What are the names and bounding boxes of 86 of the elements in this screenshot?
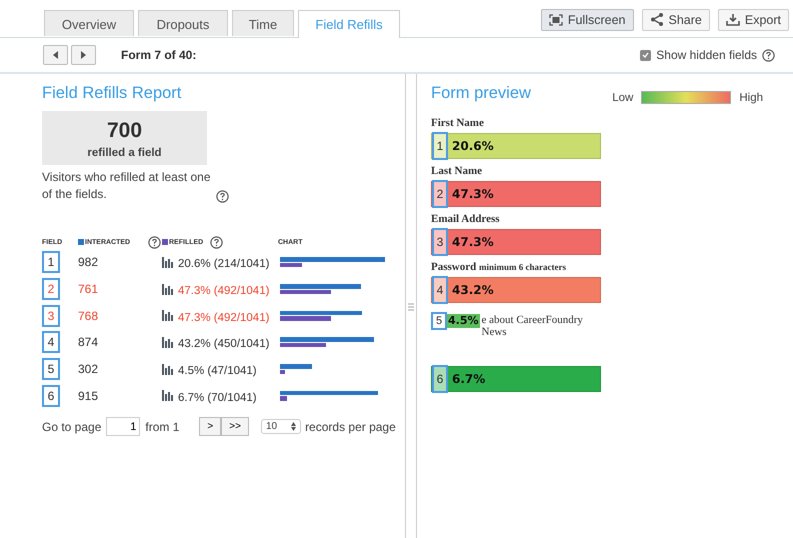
field-value: 20.6% [452,139,494,153]
table-cell: 20.6% (214/1041) [178,258,270,270]
legend-swatch [78,239,84,245]
refilled-bar [280,262,302,268]
field-number: 3 [42,304,60,327]
legend-label: Low [612,92,634,104]
description: Visitors who refilled at least one of the fields. [42,169,212,203]
share-icon [650,13,664,26]
next-page-button[interactable]: > [199,417,222,436]
field-number: 6 [42,384,60,407]
field-number: 1 [42,251,60,274]
right-triangle-icon [81,51,86,59]
interacted-bar [280,364,312,369]
field-value: 6.7% [452,372,486,386]
field-value: 47.3% [452,235,494,249]
table-cell-text: 302 [78,362,100,376]
grip-icon[interactable] [408,302,414,310]
legend-swatch [162,239,168,245]
stat-value: 700 [106,119,144,143]
table-cell: 47.3% (492/1041) [178,312,270,324]
table-cell-text: 768 [78,308,100,323]
field-label: First Name [431,117,485,129]
field-number: 5 [431,312,447,330]
field-value: 43.2% [452,283,494,297]
bar-chart-icon[interactable] [162,310,174,322]
table-cell-text: 874 [78,335,100,350]
checkbox[interactable] [640,50,652,60]
next-button[interactable] [71,45,96,65]
field-number: 2 [432,180,448,208]
bar-chart-icon[interactable] [162,336,174,348]
refilled-bar [280,370,285,374]
refilled-bar [280,316,331,321]
left-triangle-icon [53,51,58,59]
field-label: Last Name [431,165,484,177]
fullscreen-icon [548,14,563,26]
tab[interactable]: Overview [44,10,134,36]
table-cell-text: 982 [78,255,100,270]
legend-label: High [739,92,763,104]
previous-button[interactable] [43,45,68,65]
table-cell: 6.7% (70/1041) [178,392,257,404]
pager-label: Go to page [42,420,102,434]
refilled-bar [280,342,326,348]
field-label: Password minimum 6 characters [431,261,567,273]
bar-chart-icon[interactable] [162,256,174,268]
table-cell: 47.3% (492/1041) [178,285,270,298]
stat-label: refilled a field [86,147,163,159]
bar-chart-icon[interactable] [162,390,174,402]
preview-title: Form preview [431,84,531,103]
form-counter: Form 7 of 40: [121,48,196,62]
pager-label: from 1 [145,420,180,434]
help-icon[interactable] [762,48,775,62]
table-cell: 4.5% (47/1041) [178,365,257,378]
bar-chart-icon[interactable] [162,364,174,375]
table-cell-text: 915 [78,388,100,403]
field-label: Email Address [431,213,501,225]
heat-field: 4.5% [447,314,480,328]
tab[interactable]: Dropouts [138,10,228,36]
help-icon[interactable] [216,190,229,203]
field-number: 4 [432,276,448,304]
bar-chart-icon[interactable] [162,284,174,295]
field-value: 47.3% [452,187,494,201]
checkbox-label: Show hidden fields [656,48,757,62]
field-number: 2 [42,278,60,300]
share-button[interactable]: Share [642,8,710,30]
refilled-bar [280,396,288,401]
field-number: 3 [432,228,448,256]
fullscreen-button[interactable]: Fullscreen [540,8,634,30]
page-field[interactable]: 1 [106,417,140,436]
pager-label: records per page [305,420,396,434]
export-button[interactable]: Export [718,8,789,30]
field-number: 1 [432,132,448,160]
refilled-bar [280,290,331,294]
field-number: 5 [42,358,60,380]
last-page-button[interactable]: >> [221,417,249,436]
field-number: 4 [42,331,60,354]
report-title: Field Refills Report [42,84,182,103]
download-icon [726,13,740,26]
table-cell: 43.2% (450/1041) [178,338,270,350]
field-number: 6 [432,365,448,393]
field-label: e about CareerFoundry News [482,314,584,338]
per-page-select[interactable]: 10 [260,419,302,434]
table-cell-text: 761 [78,282,100,296]
help-icon[interactable] [210,236,223,248]
help-icon[interactable] [148,236,161,248]
tab[interactable]: Time [232,10,294,36]
stepper-arrows-icon [291,422,296,432]
